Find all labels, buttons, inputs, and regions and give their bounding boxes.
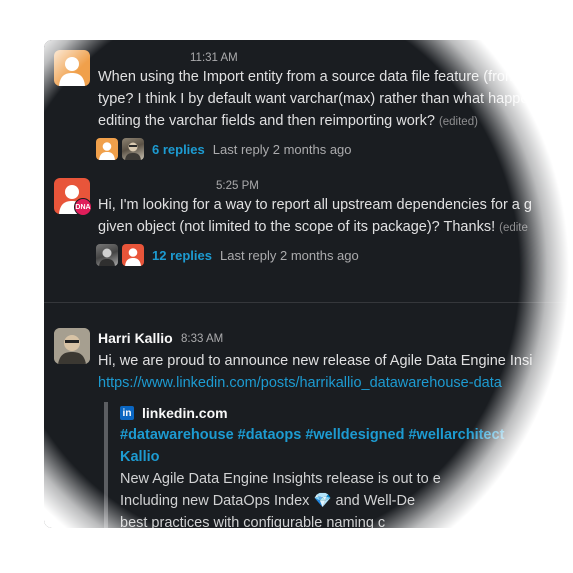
message-divider — [44, 302, 573, 303]
message-text: When using the Import entity from a sour… — [98, 66, 529, 133]
last-reply-text: Last reply 2 months ago — [212, 141, 352, 157]
message-line: type? I think I by default want varchar(… — [98, 91, 529, 107]
replies-link[interactable]: 6 replies — [152, 142, 205, 157]
message-line: Hi, we are proud to announce new release… — [98, 353, 533, 369]
author-name[interactable]: Harri Kallio — [98, 330, 173, 346]
avatar[interactable] — [54, 50, 90, 86]
reply-avatar — [122, 138, 144, 160]
preview-title-line[interactable]: Kallio — [120, 446, 573, 468]
message-text: Hi, I'm looking for a way to report all … — [98, 194, 532, 239]
edited-label: (edite — [499, 222, 528, 234]
person-photo-icon — [54, 328, 90, 364]
reply-avatar — [122, 244, 144, 266]
preview-body-line: New Agile Data Engine Insights release i… — [120, 471, 441, 487]
last-reply-text: Last reply 2 months ago — [220, 247, 359, 263]
preview-site[interactable]: in linkedin.com — [120, 402, 573, 424]
edited-label: (edited) — [438, 116, 478, 128]
user-avatar-icon — [99, 142, 115, 160]
person-photo-icon — [125, 142, 141, 160]
message-text: Hi, we are proud to announce new release… — [98, 350, 532, 394]
reply-avatar — [96, 244, 118, 266]
user-avatar-icon — [125, 248, 141, 266]
thread-summary[interactable]: 6 replies Last reply 2 months ago — [96, 138, 352, 160]
replies-link[interactable]: 12 replies — [152, 248, 212, 263]
message-line: When using the Import entity from a sour… — [98, 69, 530, 85]
person-photo-icon — [99, 248, 115, 266]
preview-title-line[interactable]: #datawarehouse #dataops #welldesigned #w… — [120, 424, 573, 446]
avatar[interactable] — [54, 328, 90, 364]
preview-body-line: Including new DataOps Index 💎 and Well-D… — [120, 493, 416, 509]
message-timestamp[interactable]: 5:25 PM — [216, 180, 259, 192]
message-line: given object (not limited to the scope o… — [98, 219, 528, 235]
org-badge: DNA — [74, 198, 92, 216]
user-avatar-icon — [59, 57, 85, 86]
link-preview[interactable]: in linkedin.com #datawarehouse #dataops … — [104, 402, 573, 528]
message-line: Hi, I'm looking for a way to report all … — [98, 197, 532, 213]
preview-site-name: linkedin.com — [142, 405, 228, 421]
message-line: editing the varchar fields and then reim… — [98, 113, 478, 129]
reply-avatar — [96, 138, 118, 160]
preview-body-line: best practices with configurable naming … — [120, 515, 386, 528]
message-timestamp[interactable]: 11:31 AM — [190, 52, 238, 64]
message-timestamp[interactable]: 8:33 AM — [181, 333, 223, 345]
message-list: 11:31 AM When using the Import entity fr… — [44, 40, 573, 528]
message-link[interactable]: https://www.linkedin.com/posts/harrikall… — [98, 372, 532, 394]
thread-summary[interactable]: 12 replies Last reply 2 months ago — [96, 244, 359, 266]
avatar[interactable]: DNA — [54, 178, 92, 216]
linkedin-icon: in — [120, 406, 134, 420]
